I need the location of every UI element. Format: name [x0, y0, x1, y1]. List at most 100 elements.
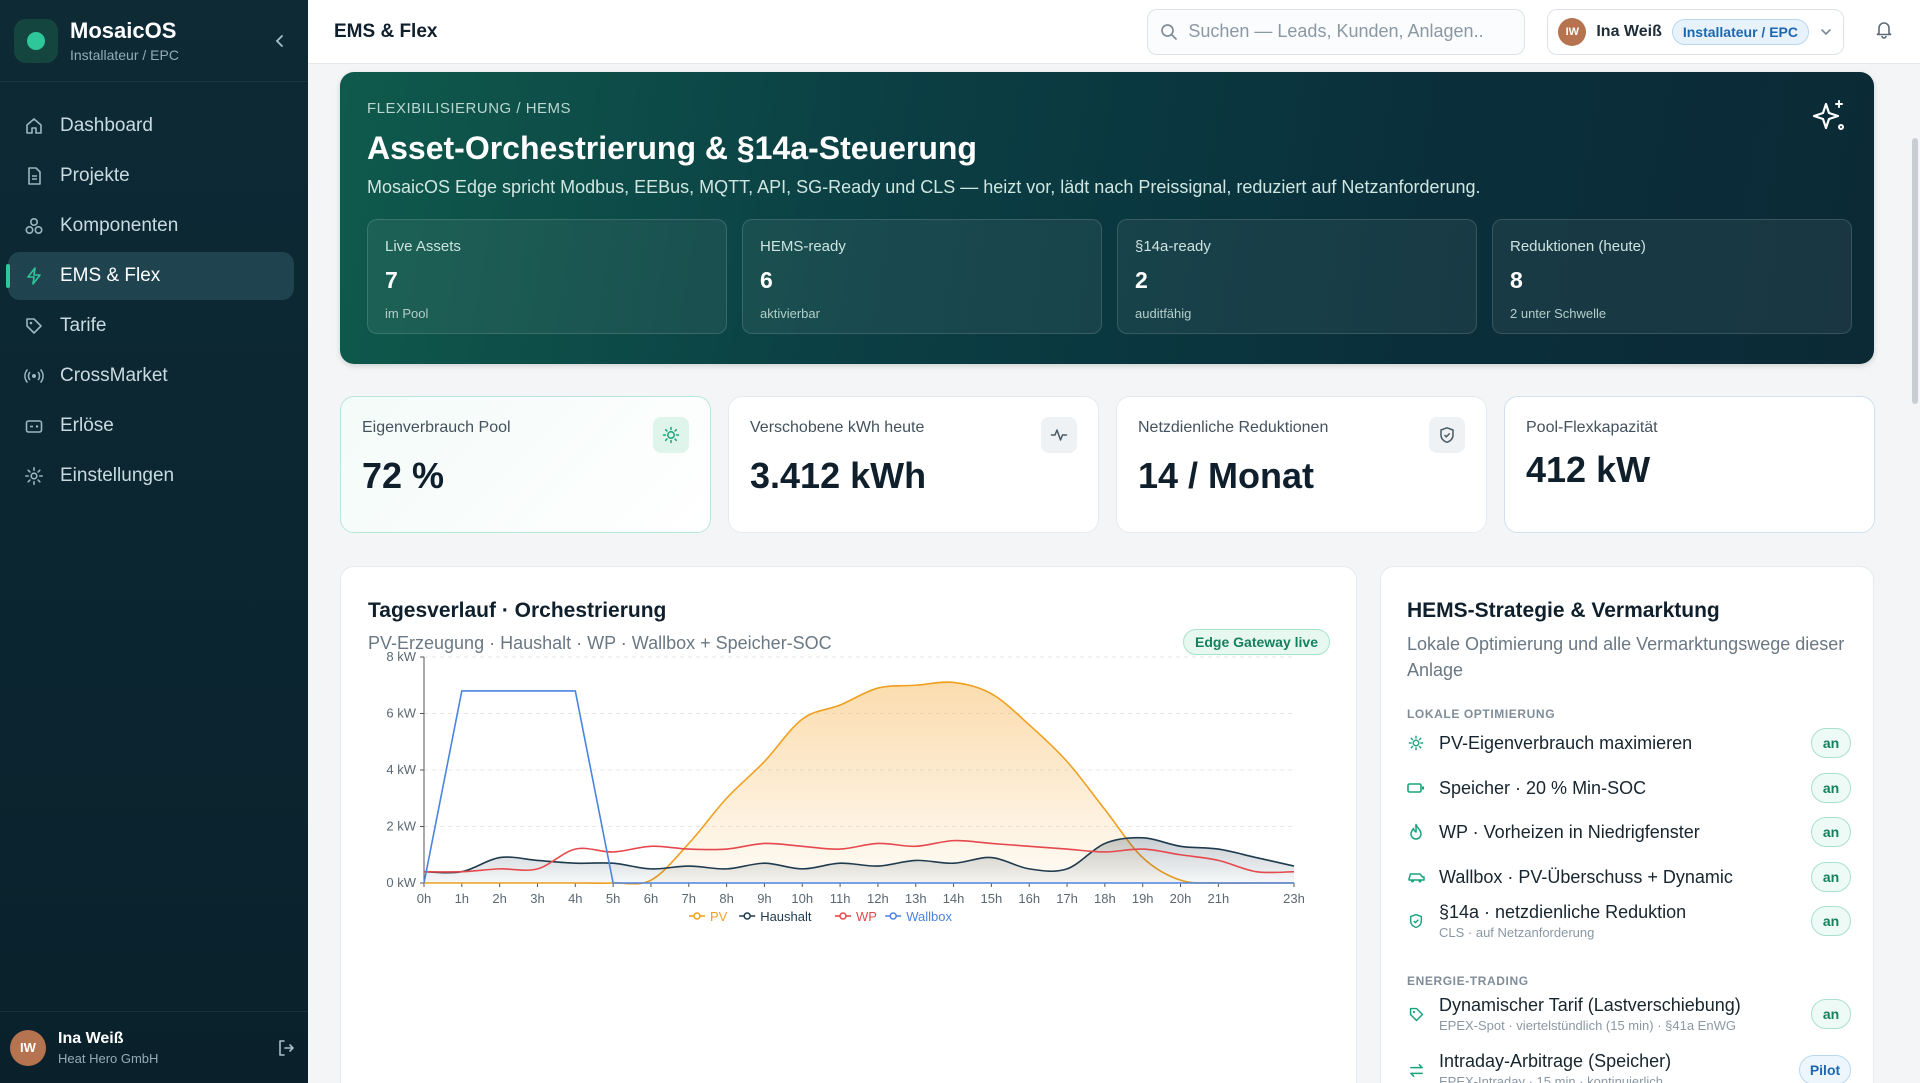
chart-card: Tagesverlauf · Orchestrierung PV-Erzeugu…	[340, 566, 1357, 1083]
chevron-down-icon	[1821, 28, 1831, 35]
notifications-button[interactable]	[1874, 19, 1894, 44]
search-box[interactable]	[1147, 8, 1526, 55]
kpi-label: §14a-ready	[1135, 238, 1211, 255]
shield-icon	[1407, 912, 1425, 930]
strategy-pv-eigenverbrauch: PV-Eigenverbrauch maximieren an	[1407, 728, 1851, 758]
topbar: EMS & Flex IW Ina Weiß Installateur / EP…	[308, 0, 1920, 64]
x-tick-label: 14h	[943, 891, 965, 906]
kpi-14a-ready: §14a-ready 2 auditfähig	[1117, 219, 1477, 334]
x-tick-label: 6h	[644, 891, 658, 906]
user-menu[interactable]: IW Ina Weiß Installateur / EPC	[1547, 8, 1844, 55]
legend-label: Haushalt	[760, 909, 812, 924]
sidebar-user: IW Ina Weiß Heat Hero GmbH	[0, 1011, 308, 1083]
collapse-sidebar-button[interactable]	[266, 27, 294, 55]
pulse-icon	[1041, 417, 1077, 453]
kpi-value: 8	[1510, 267, 1523, 293]
battery-icon	[1407, 779, 1425, 797]
legend-marker-dot	[889, 912, 897, 920]
hero-subtitle: MosaicOS Edge spricht Modbus, EEBus, MQT…	[367, 177, 1481, 197]
x-tick-label: 15h	[981, 891, 1003, 906]
sidebar-item-einstellungen[interactable]: Einstellungen	[8, 452, 294, 500]
hems-title: HEMS-Strategie & Vermarktung	[1407, 599, 1720, 622]
legend-label: Wallbox	[906, 909, 952, 924]
hero-title: Asset-Orchestrierung & §14a-Steuerung	[367, 130, 977, 166]
x-tick-label: 23h	[1283, 891, 1305, 906]
section-label-local: LOKALE OPTIMIERUNG	[1407, 707, 1556, 721]
strategy-wp-vorheizen: WP · Vorheizen in Niedrigfenster an	[1407, 817, 1851, 847]
x-tick-label: 13h	[905, 891, 927, 906]
sidebar-item-komponenten[interactable]: Komponenten	[8, 202, 294, 250]
strategy-toggle[interactable]: an	[1811, 817, 1851, 847]
avatar: IW	[10, 1029, 46, 1066]
strategy-dynamischer-tarif: Dynamischer Tarif (Lastverschiebung) EPE…	[1407, 995, 1851, 1033]
bolt-icon	[22, 264, 46, 288]
stat-value: 3.412 kWh	[750, 455, 927, 496]
strategy-label: WP · Vorheizen in Niedrigfenster	[1439, 821, 1700, 842]
strategy-label: PV-Eigenverbrauch maximieren	[1439, 732, 1693, 753]
car-icon	[1407, 868, 1425, 886]
kpi-value: 6	[760, 267, 773, 293]
x-tick-label: 4h	[568, 891, 582, 906]
strategy-toggle[interactable]: an	[1811, 862, 1851, 892]
stat-cards: Eigenverbrauch Pool 72 % Verschobene kWh…	[340, 396, 1875, 533]
legend-marker-dot	[839, 912, 847, 920]
sidebar-item-dashboard[interactable]: Dashboard	[8, 102, 294, 150]
user-name: Ina Weiß	[1596, 22, 1662, 40]
search-input[interactable]	[1188, 21, 1509, 42]
y-tick-label: 8 kW	[386, 649, 416, 664]
strategy-detail: CLS · auf Netzanforderung	[1439, 925, 1595, 940]
strategy-toggle[interactable]: an	[1811, 999, 1851, 1029]
x-tick-label: 5h	[606, 891, 620, 906]
x-tick-label: 9h	[757, 891, 771, 906]
logout-icon	[279, 1039, 294, 1056]
brand: MosaicOS Installateur / EPC	[0, 0, 308, 82]
sidebar-nav: Dashboard Projekte Komponenten EMS & Fle…	[0, 82, 308, 500]
x-tick-label: 16h	[1018, 891, 1040, 906]
user-name: Ina Weiß	[58, 1029, 124, 1047]
sidebar-item-projekte[interactable]: Projekte	[8, 152, 294, 200]
brand-logo	[14, 18, 58, 63]
sidebar-item-crossmarket[interactable]: CrossMarket	[8, 352, 294, 400]
sidebar-item-label: Projekte	[60, 165, 130, 186]
x-tick-label: 21h	[1207, 891, 1229, 906]
stat-label: Verschobene kWh heute	[750, 419, 925, 436]
sidebar-item-label: CrossMarket	[60, 365, 168, 386]
x-tick-label: 7h	[682, 891, 696, 906]
sidebar-item-label: Tarife	[60, 315, 107, 336]
legend-marker-dot	[743, 912, 751, 920]
chevron-left-icon	[275, 34, 283, 47]
wallet-icon	[22, 414, 46, 438]
tag-icon	[22, 314, 46, 338]
strategy-label: Speicher · 20 % Min-SOC	[1439, 777, 1647, 798]
home-icon	[22, 114, 46, 138]
x-tick-label: 8h	[719, 891, 733, 906]
sidebar-item-erloese[interactable]: Erlöse	[8, 402, 294, 450]
hero-kpis: Live Assets 7 im Pool HEMS-ready 6 aktiv…	[367, 219, 1852, 334]
stat-netzdienliche-reduktionen: Netzdienliche Reduktionen 14 / Monat	[1116, 396, 1487, 533]
logout-button[interactable]	[274, 1036, 298, 1060]
scrollbar[interactable]	[1912, 138, 1918, 404]
kpi-reductions: Reduktionen (heute) 8 2 unter Schwelle	[1492, 219, 1852, 334]
avatar: IW	[1558, 17, 1587, 46]
sidebar: MosaicOS Installateur / EPC Dashboard Pr…	[0, 0, 308, 1083]
brand-name: MosaicOS	[70, 18, 177, 43]
stat-value: 72 %	[362, 455, 445, 496]
x-tick-label: 3h	[530, 891, 544, 906]
strategy-toggle[interactable]: Pilot	[1799, 1055, 1851, 1083]
x-tick-label: 19h	[1132, 891, 1154, 906]
strategy-label: Intraday-Arbitrage (Speicher)	[1439, 1051, 1672, 1071]
y-tick-label: 0 kW	[386, 875, 416, 890]
strategy-toggle[interactable]: an	[1811, 906, 1851, 936]
x-tick-label: 2h	[492, 891, 506, 906]
hems-card: HEMS-Strategie & Vermarktung Lokale Opti…	[1380, 566, 1874, 1083]
strategy-toggle[interactable]: an	[1811, 728, 1851, 758]
sparkles-icon	[1810, 98, 1848, 141]
sun-icon	[1407, 734, 1425, 752]
sidebar-item-ems-flex[interactable]: EMS & Flex	[6, 252, 294, 300]
y-tick-label: 2 kW	[386, 819, 416, 834]
sidebar-item-tarife[interactable]: Tarife	[8, 302, 294, 350]
x-tick-label: 10h	[791, 891, 813, 906]
kpi-label: Reduktionen (heute)	[1510, 238, 1646, 255]
stat-eigenverbrauch: Eigenverbrauch Pool 72 %	[340, 396, 711, 533]
strategy-toggle[interactable]: an	[1811, 773, 1851, 803]
